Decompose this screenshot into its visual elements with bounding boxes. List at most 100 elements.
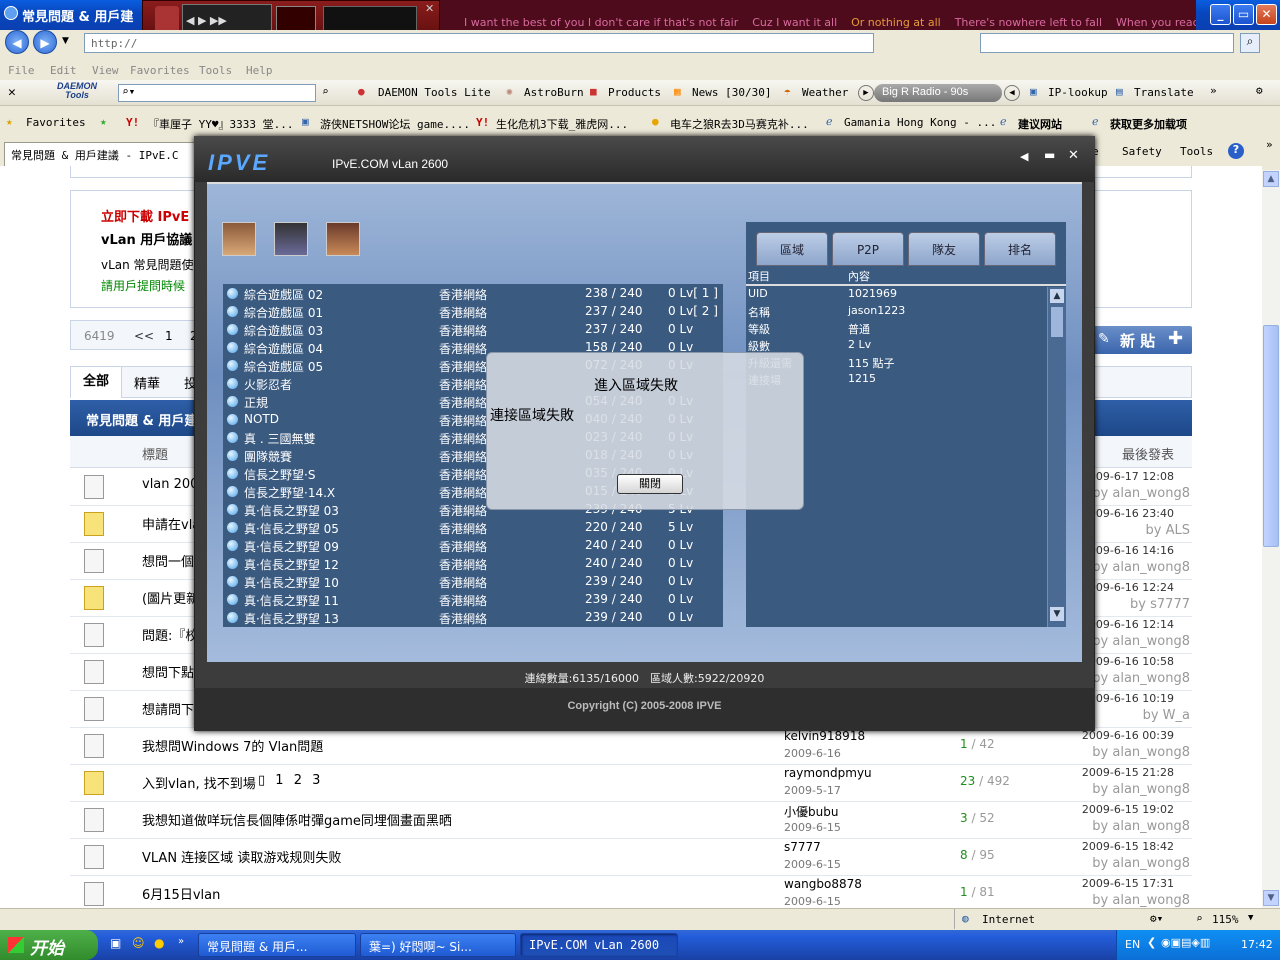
tab-all[interactable]: 全部 [70, 366, 122, 398]
toolbar-search-icon[interactable]: ⌕▾ [122, 85, 135, 98]
teammate-avatar[interactable] [274, 222, 308, 256]
astroburn-button[interactable]: AstroBurn [524, 86, 584, 99]
info-scroll-down-icon[interactable]: ▼ [1050, 607, 1064, 621]
quicklaunch-qq-icon[interactable]: ● [154, 936, 164, 950]
menu-help[interactable]: Help [246, 64, 273, 77]
teammate-avatar[interactable] [326, 222, 360, 256]
server-row[interactable]: 綜合遊戲區 02 香港網絡 238 / 240 0 Lv[ 1 ] [223, 285, 723, 303]
play-icon[interactable]: ◀ ▶ ▶▶ [186, 14, 227, 27]
toolbar-settings-icon[interactable]: ⚙ [1256, 84, 1263, 97]
minimize-button[interactable]: _ [1210, 4, 1231, 25]
menu-view[interactable]: View [92, 64, 119, 77]
player-close-icon[interactable]: ✕ [425, 2, 434, 15]
last-post-by[interactable]: by alan_wong8 [1090, 745, 1190, 760]
volume-slider[interactable] [276, 6, 316, 32]
zoom-level[interactable]: 115% [1212, 913, 1239, 926]
scroll-thumb[interactable] [1263, 325, 1279, 547]
get-addons-button[interactable]: 获取更多加载项 [1110, 116, 1187, 132]
server-row[interactable]: 真·信長之野望 05 香港網絡 220 / 240 5 Lv [223, 519, 723, 537]
tab-p2p[interactable]: P2P [832, 232, 904, 266]
last-post-by[interactable]: by alan_wong8 [1090, 782, 1190, 797]
chevron-more-icon[interactable]: » [1210, 84, 1217, 97]
translate-button[interactable]: Translate [1134, 86, 1194, 99]
tray-icons[interactable]: ◉▣▤◈▥ [1161, 936, 1210, 949]
last-post-by[interactable]: by alan_wong8 [1090, 819, 1190, 834]
new-post-button[interactable]: ✎ 新 貼 ✚ [1094, 326, 1192, 354]
maximize-button[interactable]: ▭ [1233, 4, 1254, 25]
prev-page-link[interactable]: << [134, 329, 154, 343]
menu-edit[interactable]: Edit [50, 64, 77, 77]
last-post-by[interactable]: by alan_wong8 [1090, 560, 1190, 575]
tray-arrow-icon[interactable]: ❮ [1147, 936, 1156, 949]
table-row[interactable]: 入到vlan, 找不到場 raymondpmyu 2009-5-17 23 / 492… [70, 765, 1192, 802]
thread-title[interactable]: 想問下點 [142, 662, 194, 681]
server-row[interactable]: 綜合遊戲區 03 香港網絡 237 / 240 0 Lv [223, 321, 723, 339]
thread-page-link[interactable]: 3 [312, 773, 320, 788]
table-row[interactable]: 我想知道做咩玩信長個陣係咁彈game同埋個畫面黑晒 小優bubu 2009-6-15… [70, 802, 1192, 839]
news-button[interactable]: News [30/30] [692, 86, 771, 99]
zoom-dropdown-icon[interactable]: ▼ [1248, 913, 1253, 923]
dialog-close-button[interactable]: 關閉 [617, 474, 683, 494]
last-post-by[interactable]: by W_a [1090, 708, 1190, 723]
thread-author[interactable]: kelvin918918 [784, 729, 865, 743]
thread-author[interactable]: 小優bubu [784, 803, 838, 820]
daemon-lite-button[interactable]: DAEMON Tools Lite [378, 86, 491, 99]
info-scrollbar[interactable]: ▲ ▼ [1047, 287, 1066, 627]
close-button[interactable]: ✕ [1256, 4, 1277, 25]
table-row[interactable]: VLAN 连接区域 读取游戏规则失败 s7777 2009-6-15 8 / 95 20… [70, 839, 1192, 876]
favorite-link-2[interactable]: 游侠NETSHOW论坛 game.... [320, 116, 470, 132]
task-ipve[interactable]: IPvE.COM vLan 2600 [520, 933, 678, 957]
teammate-avatar[interactable] [222, 222, 256, 256]
radio-play-icon[interactable]: ▶ [858, 85, 874, 101]
thread-author[interactable]: s7777 [784, 840, 821, 854]
thread-title[interactable]: 想問一個 [142, 551, 194, 570]
last-post-by[interactable]: by ALS [1090, 523, 1190, 538]
forward-button[interactable]: ▶ [33, 30, 57, 54]
thread-page-link[interactable]: 1 [275, 773, 283, 788]
thread-title[interactable]: 問題:『校 [142, 625, 198, 644]
quicklaunch-desktop-icon[interactable]: ▣ [110, 936, 121, 950]
favorite-link-1[interactable]: 『車厘子 YY♥』3333 堂... [148, 116, 293, 132]
menu-file[interactable]: File [8, 64, 35, 77]
last-post-by[interactable]: by alan_wong8 [1090, 486, 1190, 501]
task-chat[interactable]: 葉=) 好悶啊~ Si... [360, 933, 516, 957]
agreement-link[interactable]: vLan 用戶協議 [101, 229, 192, 248]
chevron-more-icon[interactable]: » [1266, 138, 1273, 151]
last-post-by[interactable]: by alan_wong8 [1090, 671, 1190, 686]
thread-title[interactable]: VLAN 连接区域 读取游戏规则失败 [142, 847, 341, 866]
info-scroll-up-icon[interactable]: ▲ [1050, 289, 1064, 303]
ipve-back-icon[interactable]: ◀ [1020, 150, 1028, 163]
start-button[interactable]: 开始 [0, 930, 98, 960]
ipve-minimize-button[interactable]: ▬ [1044, 148, 1055, 162]
last-post-by[interactable]: by alan_wong8 [1090, 893, 1190, 908]
server-row[interactable]: 真·信長之野望 09 香港網絡 240 / 240 0 Lv [223, 537, 723, 555]
iplookup-button[interactable]: IP-lookup [1048, 86, 1108, 99]
favorites-button[interactable]: Favorites [26, 116, 86, 129]
tab-current[interactable]: 常見問題 & 用戶建議 - IPvE.C [4, 142, 196, 166]
suggested-sites-button[interactable]: 建议网站 [1018, 116, 1062, 132]
tab-featured[interactable]: 精華 [134, 373, 160, 392]
radio-volume-icon[interactable]: ◀ [1004, 85, 1020, 101]
history-dropdown-icon[interactable]: ▼ [62, 36, 69, 46]
address-bar[interactable]: http:// [84, 33, 874, 53]
table-row[interactable]: 我想問Windows 7的 Vlan問題 kelvin918918 2009-6-1… [70, 728, 1192, 765]
thread-title[interactable]: 我想問Windows 7的 Vlan問題 [142, 736, 323, 755]
favorite-link-3[interactable]: 生化危机3下载_雅虎网... [496, 116, 628, 132]
back-button[interactable]: ◀ [5, 30, 29, 54]
add-favorite-icon[interactable]: ★ [100, 115, 107, 128]
search-input[interactable] [980, 33, 1234, 53]
thread-author[interactable]: wangbo8878 [784, 877, 862, 891]
products-button[interactable]: Products [608, 86, 661, 99]
server-row[interactable]: 真·信長之野望 13 香港網絡 239 / 240 0 Lv [223, 609, 723, 627]
thread-page-link[interactable]: 2 [294, 773, 302, 788]
quicklaunch-more-icon[interactable]: » [178, 936, 184, 947]
last-post-by[interactable]: by alan_wong8 [1090, 634, 1190, 649]
language-indicator[interactable]: EN [1125, 938, 1140, 951]
thread-title[interactable]: (圖片更新 [142, 588, 199, 607]
last-post-by[interactable]: by alan_wong8 [1090, 856, 1190, 871]
thread-title[interactable]: 入到vlan, 找不到場 [142, 773, 256, 792]
help-icon[interactable]: ? [1228, 143, 1244, 159]
thread-title[interactable]: 我想知道做咩玩信長個陣係咁彈game同埋個畫面黑晒 [142, 810, 452, 829]
magnifier-icon[interactable]: ⌕ [322, 85, 329, 98]
search-icon[interactable]: ⌕ [1240, 33, 1260, 53]
